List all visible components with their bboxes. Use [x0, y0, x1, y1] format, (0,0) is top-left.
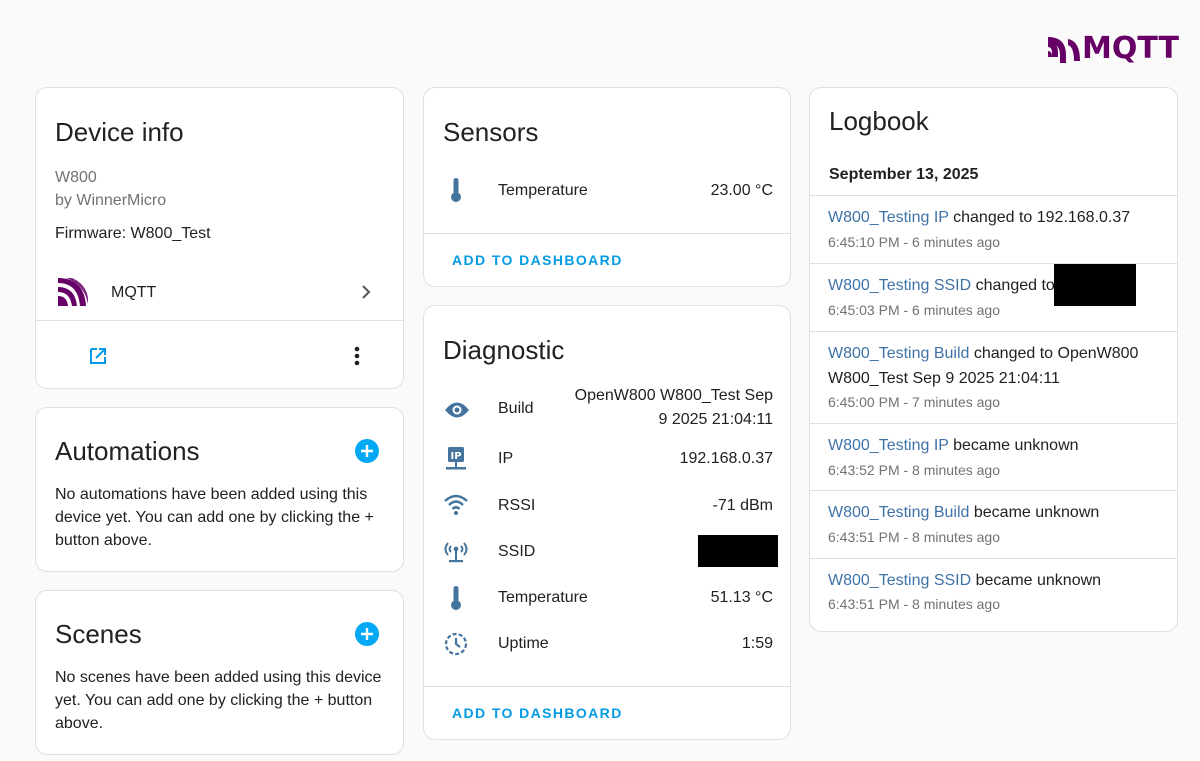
logbook-entry: W800_Testing Build changed to OpenW800 W… [810, 332, 1177, 423]
logbook-time: 6:45:10 PM - 6 minutes ago [828, 234, 1000, 250]
logbook-message: became unknown [971, 572, 1102, 589]
device-info-card: Device info W800 by WinnerMicro Firmware… [35, 87, 404, 389]
mqtt-integration-icon [58, 278, 88, 306]
ip-network-icon: IP [446, 447, 466, 470]
logbook-entry-text: W800_Testing Build changed to OpenW800 W… [828, 341, 1159, 391]
ssid-redaction [698, 535, 778, 567]
plus-icon [361, 628, 373, 640]
diagnostic-divider [424, 686, 790, 687]
sensor-label: Temperature [498, 182, 588, 199]
sensors-card: Sensors Temperature 23.00 °C ADD TO DASH… [423, 87, 791, 287]
scenes-card: Scenes No scenes have been added using t… [35, 590, 404, 755]
dots-vertical-icon[interactable] [352, 345, 362, 367]
diagnostic-row-rssi[interactable]: RSSI -71 dBm [424, 486, 790, 526]
sensors-title: Sensors [443, 117, 539, 147]
mqtt-brand-text: MQTT [1082, 31, 1179, 66]
diagnostic-value: -71 dBm [712, 497, 773, 514]
diagnostic-label: Uptime [498, 635, 549, 652]
logbook-time: 6:43:51 PM - 8 minutes ago [828, 596, 1000, 612]
logbook-time: 6:45:00 PM - 7 minutes ago [828, 394, 1000, 410]
logbook-date: September 13, 2025 [829, 166, 979, 183]
timer-outline-icon [444, 632, 468, 656]
logbook-entity-link[interactable]: W800_Testing Build [828, 504, 969, 521]
logbook-title: Logbook [829, 106, 929, 136]
eye-icon [445, 402, 469, 418]
sensor-row-temperature[interactable]: Temperature 23.00 °C [424, 168, 790, 212]
diagnostic-label: IP [498, 450, 514, 467]
logbook-entry: W800_Testing Build became unknown 6:43:5… [810, 491, 1177, 558]
mqtt-logo-icon [1048, 37, 1080, 63]
logbook-time: 6:43:51 PM - 8 minutes ago [828, 529, 1000, 545]
scenes-title: Scenes [55, 619, 142, 649]
chevron-right-icon [362, 285, 371, 299]
logbook-entry-text: W800_Testing IP became unknown [828, 433, 1159, 458]
diagnostic-row-ssid[interactable]: SSID [424, 532, 790, 572]
plus-icon [361, 445, 373, 457]
sensor-value: 23.00 °C [710, 182, 773, 199]
device-firmware: Firmware: W800_Test [55, 225, 211, 242]
svg-text:IP: IP [450, 451, 461, 462]
device-info-divider [36, 320, 403, 321]
access-point-icon [444, 542, 468, 563]
logbook-message: changed to [971, 277, 1055, 294]
diagnostic-label: SSID [498, 543, 536, 560]
diagnostic-add-to-dashboard-button[interactable]: ADD TO DASHBOARD [452, 705, 623, 721]
wifi-icon [444, 494, 468, 515]
logbook-entry-text: W800_Testing SSID became unknown [828, 568, 1159, 593]
diagnostic-value: 1:59 [741, 635, 773, 652]
logbook-entity-link[interactable]: W800_Testing SSID [828, 572, 971, 589]
diagnostic-value-line2: 9 2025 21:04:11 [658, 411, 773, 428]
diagnostic-row-uptime[interactable]: Uptime 1:59 [424, 624, 790, 664]
logbook-entry: W800_Testing SSID changed to 6:45:03 PM … [810, 264, 1177, 331]
device-info-title: Device info [55, 117, 184, 147]
integration-row-mqtt[interactable]: MQTT [36, 263, 403, 321]
diagnostic-label: RSSI [498, 497, 536, 514]
logbook-entity-link[interactable]: W800_Testing SSID [828, 277, 971, 294]
logbook-time: 6:45:03 PM - 6 minutes ago [828, 302, 1000, 318]
diagnostic-row-ip[interactable]: IP IP 192.168.0.37 [424, 439, 790, 479]
thermometer-icon [451, 178, 461, 202]
diagnostic-value: 192.168.0.37 [679, 450, 773, 467]
logbook-entry: W800_Testing SSID became unknown 6:43:51… [810, 559, 1177, 626]
diagnostic-row-temperature[interactable]: Temperature 51.13 °C [424, 578, 790, 618]
add-scene-button[interactable] [355, 622, 379, 646]
logbook-entity-link[interactable]: W800_Testing IP [828, 437, 949, 454]
logbook-entry: W800_Testing IP became unknown 6:43:52 P… [810, 424, 1177, 491]
device-model: W800 [55, 169, 97, 186]
automations-title: Automations [55, 436, 200, 466]
automations-card: Automations No automations have been add… [35, 407, 404, 572]
logbook-time: 6:43:52 PM - 8 minutes ago [828, 462, 1000, 478]
logbook-entry: W800_Testing IP changed to 192.168.0.37 … [810, 196, 1177, 263]
diagnostic-value: 51.13 °C [710, 589, 773, 606]
logbook-entity-link[interactable]: W800_Testing IP [828, 209, 949, 226]
thermometer-icon [451, 586, 461, 610]
logbook-entity-link[interactable]: W800_Testing Build [828, 345, 969, 362]
diagnostic-value-line1: OpenW800 W800_Test Sep [574, 387, 773, 404]
add-automation-button[interactable] [355, 439, 379, 463]
diagnostic-label: Temperature [498, 589, 588, 606]
logbook-entry-text: W800_Testing IP changed to 192.168.0.37 [828, 205, 1159, 230]
diagnostic-title: Diagnostic [443, 335, 565, 365]
sensors-divider [424, 233, 790, 234]
logbook-card: Logbook September 13, 2025 W800_Testing … [809, 87, 1178, 632]
mqtt-brand-logo: MQTT [1046, 33, 1179, 65]
device-manufacturer: by WinnerMicro [55, 192, 167, 209]
ssid-value-redaction [1054, 264, 1136, 306]
sensors-add-to-dashboard-button[interactable]: ADD TO DASHBOARD [452, 252, 623, 268]
integration-label: MQTT [111, 284, 157, 301]
logbook-message: became unknown [969, 504, 1100, 521]
automations-empty-text: No automations have been added using thi… [55, 486, 374, 549]
logbook-message: became unknown [948, 437, 1079, 454]
scenes-empty-text: No scenes have been added using this dev… [55, 669, 382, 732]
logbook-message: changed to 192.168.0.37 [948, 209, 1131, 226]
open-in-new-icon[interactable] [89, 347, 107, 365]
logbook-entry-text: W800_Testing Build became unknown [828, 500, 1159, 525]
diagnostic-row-build[interactable]: Build OpenW800 W800_Test Sep 9 2025 21:0… [424, 384, 790, 436]
diagnostic-card: Diagnostic Build OpenW800 W800_Test Sep … [423, 305, 791, 740]
diagnostic-label: Build [498, 400, 534, 417]
